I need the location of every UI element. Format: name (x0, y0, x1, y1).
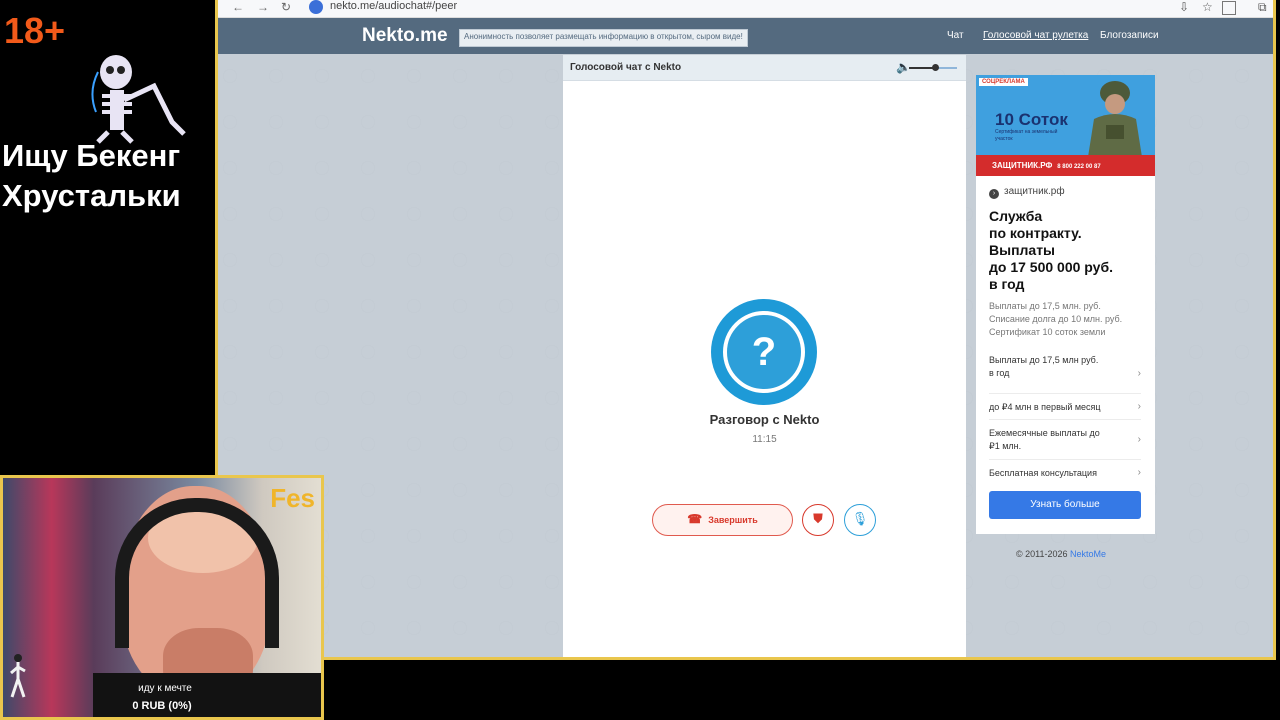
nav-blog[interactable]: Блогозаписи (1100, 30, 1159, 41)
browser-window: ← → ↻ nekto.me/audiochat#/peer ⇩ ☆ ⧉ Nek… (215, 0, 1276, 660)
chevron-right-icon: › (1137, 433, 1141, 445)
ad-link-item[interactable]: Бесплатная консультация › (989, 460, 1141, 486)
call-timer: 11:15 (752, 434, 777, 445)
reload-icon[interactable]: ↻ (281, 0, 291, 14)
install-app-icon[interactable]: ⇩ (1179, 0, 1189, 14)
ad-learn-more-button[interactable]: Узнать больше (989, 491, 1141, 519)
ad-link-item[interactable]: Выплаты до 17,5 млн руб. в год › (989, 354, 1141, 394)
streamer-shirt (93, 673, 321, 717)
ad-banner-strip: ЗАЩИТНИК.РФ 8 800 222 00 87 (976, 155, 1155, 176)
webcam-overlay: Fes иду к мечте (0, 475, 324, 720)
footer-link[interactable]: NektoMe (1070, 549, 1106, 559)
site-header: Nekto.me Анонимность позволяет размещать… (218, 18, 1273, 54)
hangup-icon: ☎ (687, 512, 703, 526)
url-field[interactable]: nekto.me/audiochat#/peer (304, 0, 1273, 16)
stream-scene: 18+ Ищу Бекенг Хрустальки ← → ↻ nekto.me… (0, 0, 1280, 720)
chevron-right-icon: › (1137, 467, 1141, 478)
ad-links-list: Выплаты до 17,5 млн руб. в год › до ₽4 мл… (989, 354, 1141, 486)
microphone-button[interactable]: 🎙 (844, 504, 876, 536)
question-mark-icon: ? (723, 311, 805, 393)
age-rating-badge: 18+ (4, 10, 66, 51)
ad-description: Выплаты до 17,5 млн. руб. Списание долга… (989, 301, 1123, 337)
split-view-icon[interactable] (1222, 1, 1236, 15)
stream-title-line2: Хрустальки (2, 178, 181, 213)
ad-link-item[interactable]: до ₽4 млн в первый месяц › (989, 394, 1141, 420)
chevron-right-icon: › (1137, 367, 1141, 379)
voice-chat-panel: Голосовой чат с Nekto 🔈 ? Разговор с Nek… (563, 55, 966, 657)
panel-header: Голосовой чат с Nekto 🔈 (563, 55, 966, 81)
webcam-caption: иду к мечте (138, 683, 192, 694)
ad-block[interactable]: СОЦРЕКЛАМА 10 Соток Сертификат на земель… (976, 75, 1155, 534)
ad-link-label: до ₽4 млн в первый месяц (989, 402, 1101, 412)
ad-link-item[interactable]: Ежемесячные выплаты до ₽1 млн. › (989, 420, 1141, 460)
microphone-icon: 🎙 (851, 511, 869, 526)
nav-voice-roulette[interactable]: Голосовой чат рулетка (983, 30, 1088, 41)
address-bar: ← → ↻ nekto.me/audiochat#/peer ⇩ ☆ ⧉ (218, 0, 1273, 18)
panel-title: Голосовой чат с Nekto (570, 62, 682, 73)
end-call-button[interactable]: ☎ Завершить (652, 504, 793, 536)
arrow-left-icon[interactable]: ← (232, 0, 244, 14)
stream-title: Ищу Бекенг Хрустальки (2, 136, 214, 216)
donation-goal: 0 RUB (0%) (132, 700, 192, 712)
volume-slider-knob[interactable] (932, 64, 939, 71)
soldier-image (1088, 81, 1142, 157)
ad-banner-image[interactable]: СОЦРЕКЛАМА 10 Соток Сертификат на земель… (976, 75, 1155, 176)
shield-alert-icon: ⛊ (813, 511, 823, 526)
site-logo[interactable]: Nekto.me (362, 25, 448, 47)
anonymity-notice: Анонимность позволяет размещать информац… (459, 29, 748, 47)
ad-link-label: Бесплатная консультация (989, 468, 1097, 478)
stream-title-line1: Ищу Бекенг (2, 138, 181, 173)
ad-strip-brand: ЗАЩИТНИК.РФ (992, 161, 1053, 170)
site-footer: © 2011-2026 NektoMe (1016, 549, 1106, 559)
arrow-right-circle-icon: › (989, 189, 999, 199)
ad-link-label: Ежемесячные выплаты до ₽1 млн. (989, 428, 1100, 451)
streamer-name: Fes (270, 483, 315, 513)
ad-domain-text: защитник.рф (1004, 186, 1065, 197)
ad-link-label: Выплаты до 17,5 млн руб. в год (989, 355, 1099, 378)
ad-strip-phone: 8 800 222 00 87 (1057, 164, 1101, 170)
ad-banner-sub: Сертификат на земельный участок (995, 129, 1058, 142)
extensions-icon[interactable]: ⧉ (1258, 0, 1267, 15)
ad-banner-headline: 10 Соток (995, 110, 1068, 129)
headphones-icon (115, 498, 279, 648)
bookmark-star-icon[interactable]: ☆ (1202, 0, 1213, 14)
end-call-label: Завершить (708, 515, 758, 525)
ad-domain[interactable]: › защитник.рф (989, 186, 1065, 199)
ad-social-tag: СОЦРЕКЛАМА (979, 78, 1028, 86)
peer-avatar: ? (711, 299, 817, 405)
url-text: nekto.me/audiochat#/peer (330, 0, 458, 12)
chevron-right-icon: › (1137, 400, 1141, 412)
footer-copyright: © 2011-2026 (1016, 549, 1068, 559)
arrow-right-icon[interactable]: → (257, 0, 269, 14)
ad-title[interactable]: Служба по контракту. Выплаты до 17 500 0… (989, 208, 1149, 293)
conversation-title: Разговор с Nekto (709, 412, 820, 427)
report-button[interactable]: ⛊ (802, 504, 834, 536)
nav-chat[interactable]: Чат (947, 30, 964, 41)
site-info-icon[interactable] (309, 0, 323, 14)
nekto-site: Nekto.me Анонимность позволяет размещать… (218, 18, 1273, 657)
skeleton-emote-image (91, 55, 186, 144)
